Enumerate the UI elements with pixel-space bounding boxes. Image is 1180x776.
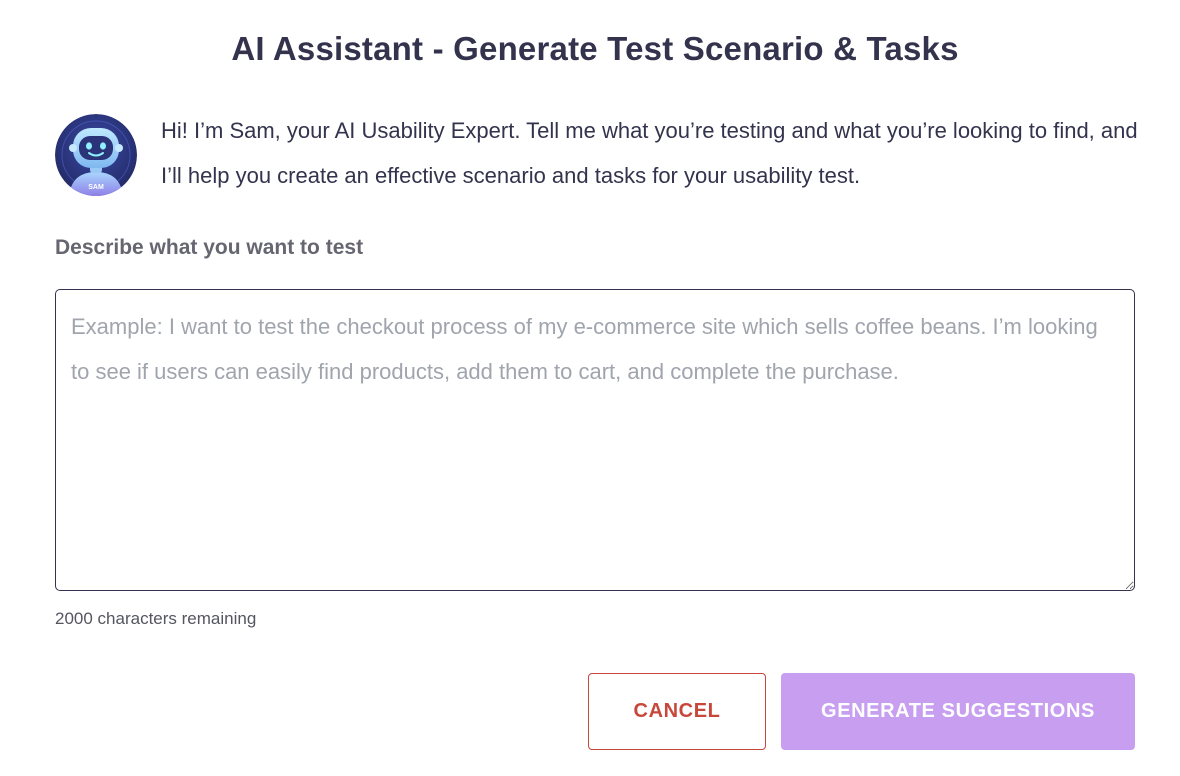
generate-suggestions-button[interactable]: GENERATE SUGGESTIONS [781,673,1135,750]
dialog-title: AI Assistant - Generate Test Scenario & … [231,30,959,67]
character-counter: 2000 characters remaining [55,609,257,628]
assistant-intro-text: Hi! I’m Sam, your AI Usability Expert. T… [161,118,1138,188]
description-field-container [55,289,1135,591]
ai-assistant-dialog: AI Assistant - Generate Test Scenario & … [0,0,1180,776]
robot-avatar-icon: SAM [55,114,137,196]
description-label: Describe what you want to test [55,236,364,259]
avatar-badge: SAM [88,184,104,191]
description-textarea[interactable] [55,289,1135,591]
cancel-button[interactable]: CANCEL [588,673,766,750]
